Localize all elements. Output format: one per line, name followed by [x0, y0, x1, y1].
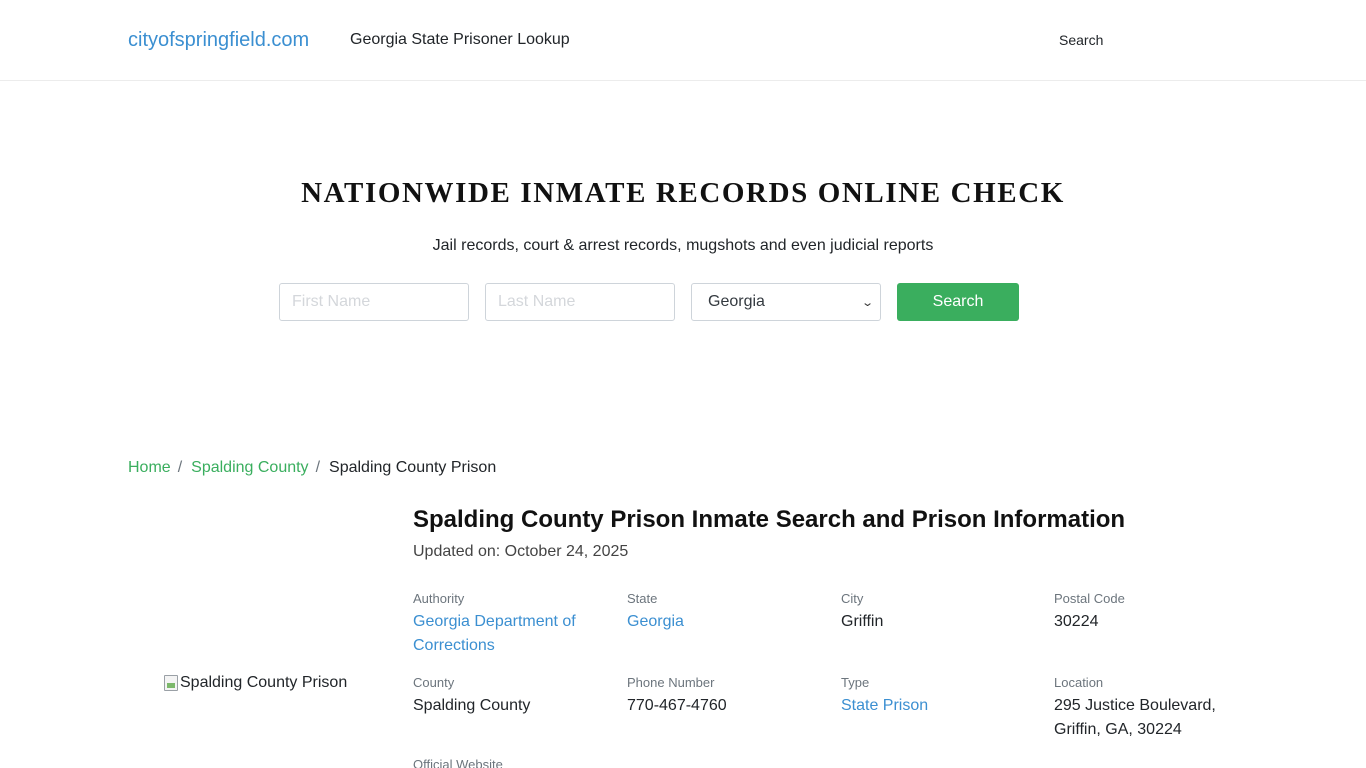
search-button[interactable]: Search: [897, 283, 1019, 321]
nav-search-link[interactable]: Search: [1059, 32, 1103, 48]
info-county: County Spalding County: [413, 675, 613, 718]
prison-image: Spalding County Prison: [164, 674, 347, 692]
top-navbar: cityofspringfield.com Georgia State Pris…: [0, 0, 1366, 81]
chevron-down-icon: ⌄: [860, 296, 874, 309]
postal-code-value: 30224: [1054, 613, 1099, 630]
authority-link[interactable]: Georgia Department of Corrections: [413, 610, 613, 658]
info-label: Phone Number: [627, 675, 715, 690]
info-label: Location: [1054, 675, 1104, 690]
page-title: Spalding County Prison Inmate Search and…: [413, 506, 1126, 533]
info-label: State: [627, 591, 658, 606]
info-label: City: [841, 591, 864, 606]
site-brand-link[interactable]: cityofspringfield.com: [128, 29, 309, 51]
first-name-input[interactable]: [279, 283, 469, 321]
phone-value: 770-467-4760: [627, 697, 727, 714]
info-label: County: [413, 675, 455, 690]
state-select[interactable]: Georgia ⌄: [691, 283, 881, 321]
state-select-value: Georgia: [708, 293, 765, 310]
broken-image-icon: [164, 675, 178, 691]
info-website: Official Website: [413, 757, 613, 768]
last-name-input[interactable]: [485, 283, 675, 321]
breadcrumb-separator: /: [315, 459, 321, 476]
info-type: Type State Prison: [841, 675, 1041, 718]
info-location: Location 295 Justice Boulevard, Griffin,…: [1054, 675, 1254, 742]
city-value: Griffin: [841, 613, 884, 630]
updated-date: Updated on: October 24, 2025: [413, 543, 629, 560]
hero-subtitle: Jail records, court & arrest records, mu…: [432, 237, 934, 254]
breadcrumb-separator: /: [177, 459, 183, 476]
info-city: City Griffin: [841, 591, 1041, 634]
info-label: Postal Code: [1054, 591, 1125, 606]
nav-title-link[interactable]: Georgia State Prisoner Lookup: [350, 31, 570, 49]
breadcrumb-county[interactable]: Spalding County: [191, 459, 308, 477]
info-label: Authority: [413, 591, 465, 606]
info-postal-code: Postal Code 30224: [1054, 591, 1254, 634]
state-link[interactable]: Georgia: [627, 610, 827, 634]
breadcrumb-home[interactable]: Home: [128, 459, 171, 477]
type-link[interactable]: State Prison: [841, 694, 1041, 718]
breadcrumb-current: Spalding County Prison: [329, 459, 497, 476]
breadcrumb: Home / Spalding County / Spalding County…: [128, 459, 496, 477]
county-value: Spalding County: [413, 697, 531, 714]
info-phone: Phone Number 770-467-4760: [627, 675, 827, 718]
info-authority: Authority Georgia Department of Correcti…: [413, 591, 613, 658]
info-state: State Georgia: [627, 591, 827, 634]
hero-title: NATIONWIDE INMATE RECORDS ONLINE CHECK: [301, 177, 1065, 209]
prison-image-alt: Spalding County Prison: [180, 674, 348, 691]
info-label: Type: [841, 675, 870, 690]
info-label: Official Website: [413, 757, 503, 768]
location-value: 295 Justice Boulevard, Griffin, GA, 3022…: [1054, 697, 1216, 738]
